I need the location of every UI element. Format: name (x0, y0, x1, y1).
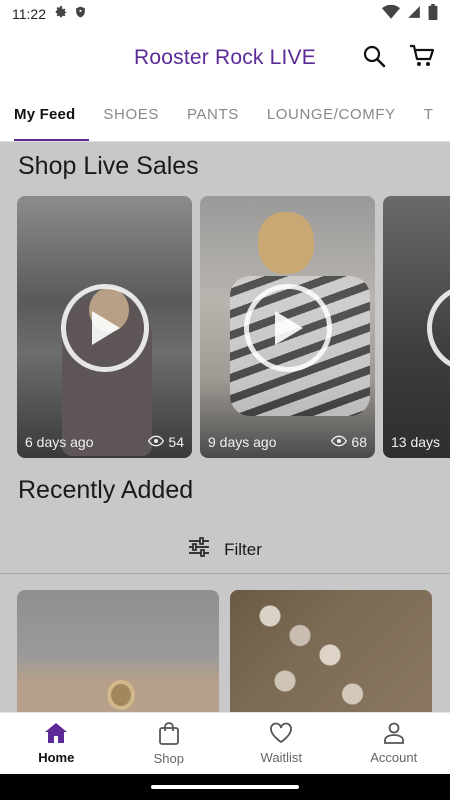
live-sales-carousel[interactable]: 6 days ago 54 9 days ago 68 13 days (17, 196, 450, 458)
heart-icon (269, 722, 293, 747)
nav-home-label: Home (38, 750, 75, 765)
eye-icon (148, 434, 165, 450)
settings-icon (54, 5, 68, 24)
nav-account[interactable]: Account (338, 713, 450, 774)
feed-content: Shop Live Sales 6 days ago 54 9 days ago… (0, 142, 450, 712)
category-tabs: My Feed SHOES PANTS LOUNGE/COMFY T (0, 88, 450, 142)
product-image (240, 590, 390, 712)
status-bar: 11:22 (0, 0, 450, 28)
home-icon (44, 722, 68, 747)
nav-shop[interactable]: Shop (113, 713, 226, 774)
filter-label: Filter (224, 539, 262, 559)
product-card[interactable] (230, 590, 432, 712)
live-sale-views: 54 (168, 434, 184, 450)
play-icon[interactable] (427, 284, 450, 372)
app-header: Rooster Rock LIVE (0, 28, 450, 88)
tab-shoes[interactable]: SHOES (89, 88, 173, 141)
nav-waitlist-label: Waitlist (260, 750, 302, 765)
eye-icon (331, 434, 348, 450)
cart-icon[interactable] (408, 42, 436, 70)
product-card[interactable] (17, 590, 219, 712)
signal-icon (406, 5, 422, 24)
live-sale-views: 68 (351, 434, 367, 450)
shield-icon (74, 5, 87, 24)
shopping-bag-icon (158, 721, 180, 748)
nav-shop-label: Shop (153, 751, 184, 766)
live-sale-age: 6 days ago (25, 434, 94, 450)
live-sale-card[interactable]: 13 days (383, 196, 450, 458)
sliders-icon (188, 537, 210, 562)
battery-icon (428, 3, 438, 25)
nav-waitlist[interactable]: Waitlist (225, 713, 338, 774)
nav-home[interactable]: Home (0, 713, 113, 774)
tab-pants[interactable]: PANTS (173, 88, 253, 141)
search-icon[interactable] (360, 42, 388, 70)
product-grid (17, 590, 432, 712)
tab-my-feed[interactable]: My Feed (0, 88, 90, 141)
nav-account-label: Account (370, 750, 418, 765)
video-thumbnail-head (258, 212, 314, 274)
filter-button[interactable]: Filter (0, 526, 450, 574)
tab-lounge-comfy[interactable]: LOUNGE/COMFY (253, 88, 410, 141)
live-sale-card[interactable]: 9 days ago 68 (200, 196, 375, 458)
app-title: Rooster Rock LIVE (134, 46, 316, 69)
product-image (107, 680, 135, 710)
status-time: 11:22 (12, 6, 46, 22)
live-sales-title: Shop Live Sales (18, 152, 199, 180)
wifi-icon (382, 4, 400, 24)
person-icon (383, 722, 405, 747)
play-icon[interactable] (244, 284, 332, 372)
live-sale-age: 9 days ago (208, 434, 277, 450)
home-gesture-handle[interactable] (151, 785, 299, 789)
live-sale-card[interactable]: 6 days ago 54 (17, 196, 192, 458)
play-icon[interactable] (61, 284, 149, 372)
system-gesture-bar (0, 774, 450, 800)
live-sale-age: 13 days (391, 434, 441, 450)
bottom-navigation: Home Shop Waitlist Account (0, 712, 450, 774)
recently-added-title: Recently Added (18, 476, 194, 504)
tab-more[interactable]: T (410, 88, 448, 141)
